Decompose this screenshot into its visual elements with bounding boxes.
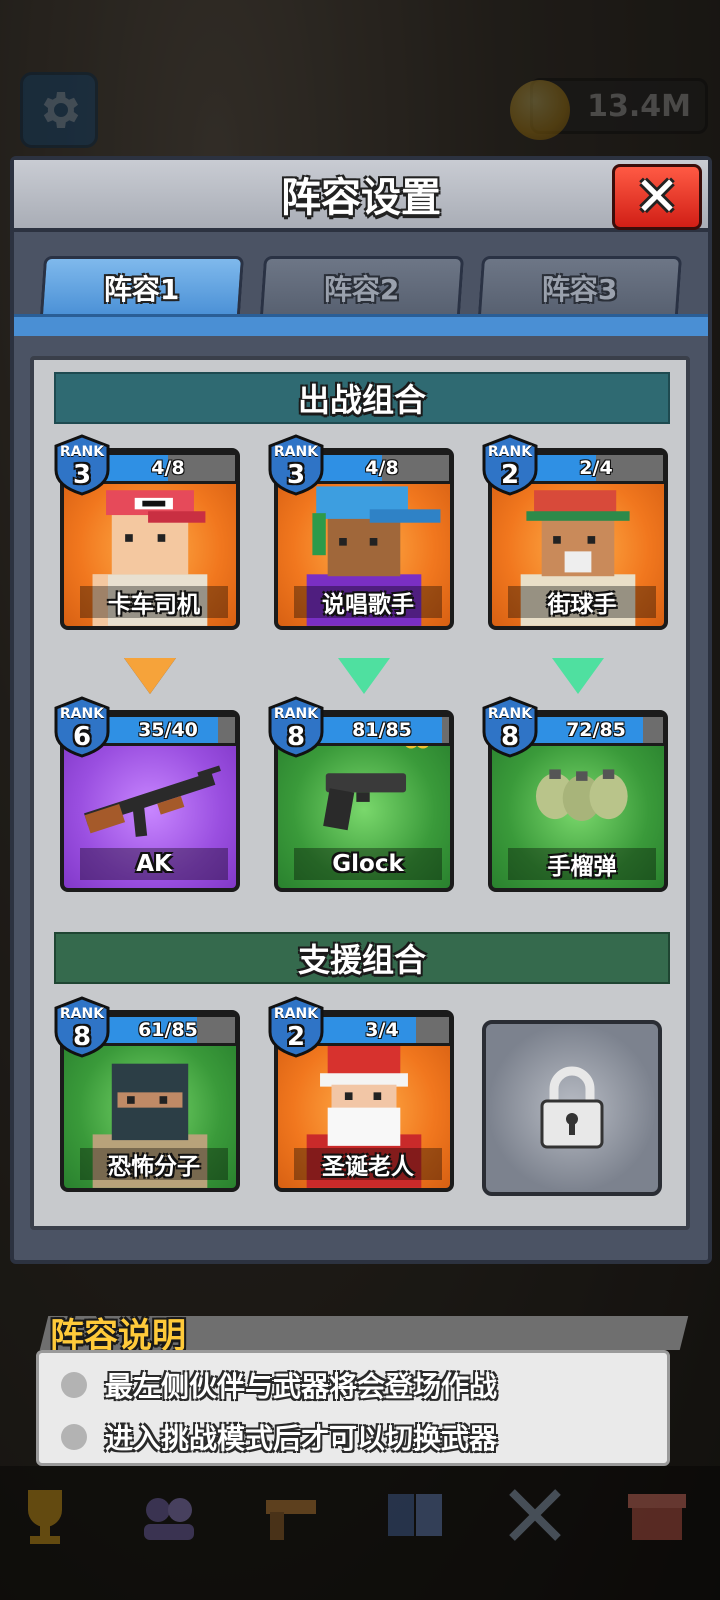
progress-bar: 72/85: [526, 714, 666, 746]
progress-text: 35/40: [138, 719, 198, 741]
arrow-down-icon: [552, 658, 604, 694]
battle-icon[interactable]: [500, 1480, 570, 1550]
card-name: 卡车司机: [80, 586, 228, 618]
tab-lineup-1[interactable]: 阵容1: [39, 256, 245, 316]
progress-bar: 4/8: [312, 452, 452, 484]
book-icon[interactable]: [380, 1480, 450, 1550]
progress-text: 2/4: [579, 457, 613, 479]
rank-badge: RANK 3: [54, 434, 110, 496]
rank-number: 2: [500, 460, 520, 490]
rank-badge: RANK 8: [268, 696, 324, 758]
tab-lineup-3[interactable]: 阵容3: [477, 256, 683, 316]
bottom-nav: [0, 1466, 720, 1600]
rank-badge: RANK 2: [482, 434, 538, 496]
rank-badge: RANK 8: [482, 696, 538, 758]
progress-bar: 2/4: [526, 452, 666, 484]
progress-bar: 4/8: [98, 452, 238, 484]
progress-text: 4/8: [151, 457, 185, 479]
progress-text: 81/85: [352, 719, 412, 741]
card-name: 恐怖分子: [80, 1148, 228, 1180]
info-box: 最左侧伙伴与武器将会登场作战 进入挑战模式后才可以切换武器: [36, 1350, 670, 1466]
progress-bar: 61/85: [98, 1014, 238, 1046]
tab-lineup-2[interactable]: 阵容2: [259, 256, 465, 316]
card-name: Glock: [294, 848, 442, 880]
support-card[interactable]: 圣诞老人 3/4 RANK 2: [268, 996, 454, 1192]
rank-badge: RANK 2: [268, 996, 324, 1058]
weapon-card[interactable]: 手榴弹 72/85 RANK 8: [482, 696, 668, 892]
card-name: 圣诞老人: [294, 1148, 442, 1180]
partner-card[interactable]: 卡车司机 4/8 RANK 3: [54, 434, 240, 630]
lineup-panel: 出战组合 卡车司机 4/8 RANK 3 说唱歌手 4/8 RANK 3 街球手…: [30, 356, 690, 1230]
rank-number: 8: [72, 1022, 92, 1052]
locked-slot[interactable]: [482, 1020, 662, 1196]
progress-text: 72/85: [566, 719, 626, 741]
team-icon[interactable]: [134, 1480, 204, 1550]
support-card[interactable]: 恐怖分子 61/85 RANK 8: [54, 996, 240, 1192]
card-name: 手榴弹: [508, 848, 656, 880]
trophy-icon[interactable]: [10, 1480, 80, 1550]
bullet-icon: [61, 1424, 87, 1450]
rank-number: 8: [500, 722, 520, 752]
rank-badge: RANK 8: [54, 996, 110, 1058]
rank-badge: RANK 6: [54, 696, 110, 758]
progress-text: 3/4: [365, 1019, 399, 1041]
progress-bar: 3/4: [312, 1014, 452, 1046]
card-name: AK: [80, 848, 228, 880]
tab-strip: [14, 314, 708, 336]
arrow-down-icon: [338, 658, 390, 694]
partner-card[interactable]: 说唱歌手 4/8 RANK 3: [268, 434, 454, 630]
weapon-card[interactable]: Glock 81/85 RANK 8: [268, 696, 454, 892]
rank-number: 8: [286, 722, 306, 752]
info-line: 进入挑战模式后才可以切换武器: [61, 1417, 497, 1457]
info-header: 阵容说明: [39, 1308, 689, 1356]
dialog-header: 阵容设置 ✕: [14, 160, 708, 232]
gun-icon[interactable]: [256, 1480, 326, 1550]
shop-icon[interactable]: [622, 1480, 692, 1550]
rank-number: 3: [286, 460, 306, 490]
card-name: 街球手: [508, 586, 656, 618]
progress-text: 4/8: [365, 457, 399, 479]
info-line: 最左侧伙伴与武器将会登场作战: [61, 1365, 497, 1405]
rank-number: 6: [72, 722, 92, 752]
close-button[interactable]: ✕: [612, 164, 702, 230]
rank-number: 3: [72, 460, 92, 490]
progress-bar: 81/85: [312, 714, 452, 746]
weapon-card[interactable]: AK 35/40 RANK 6: [54, 696, 240, 892]
progress-text: 61/85: [138, 1019, 198, 1041]
progress-bar: 35/40: [98, 714, 238, 746]
bullet-icon: [61, 1372, 87, 1398]
support-section-title: 支援组合: [54, 932, 670, 984]
battle-section-title: 出战组合: [54, 372, 670, 424]
card-name: 说唱歌手: [294, 586, 442, 618]
rank-badge: RANK 3: [268, 434, 324, 496]
lock-icon: [540, 1066, 604, 1149]
lineup-tabs: 阵容1 阵容2 阵容3: [39, 256, 692, 316]
partner-card[interactable]: 街球手 2/4 RANK 2: [482, 434, 668, 630]
lineup-dialog: 阵容设置 ✕ 阵容1 阵容2 阵容3 出战组合 卡车司机 4/8 RANK 3 …: [10, 156, 712, 1264]
rank-number: 2: [286, 1022, 306, 1052]
close-icon: ✕: [634, 165, 680, 228]
arrow-down-icon: [124, 658, 176, 694]
dialog-title: 阵容设置: [281, 175, 441, 221]
